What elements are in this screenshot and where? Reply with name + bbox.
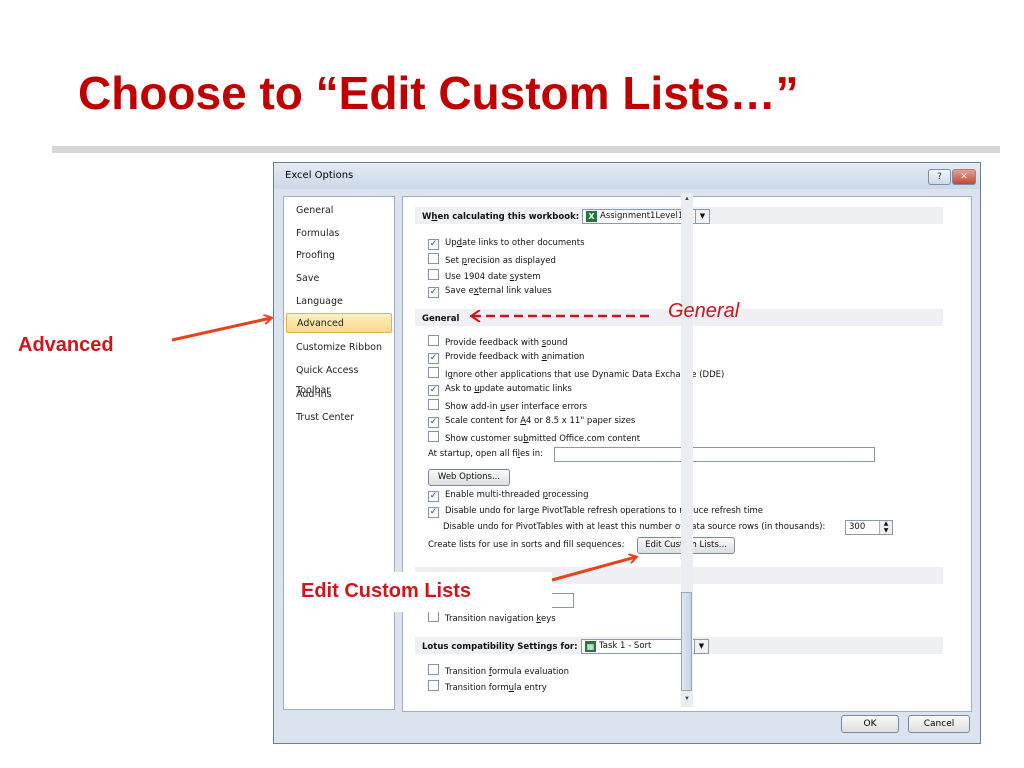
annotation-arrows [171,0,650,582]
arrow-to-advanced [171,318,271,342]
arrow-to-edit-custom-lists [551,557,636,582]
